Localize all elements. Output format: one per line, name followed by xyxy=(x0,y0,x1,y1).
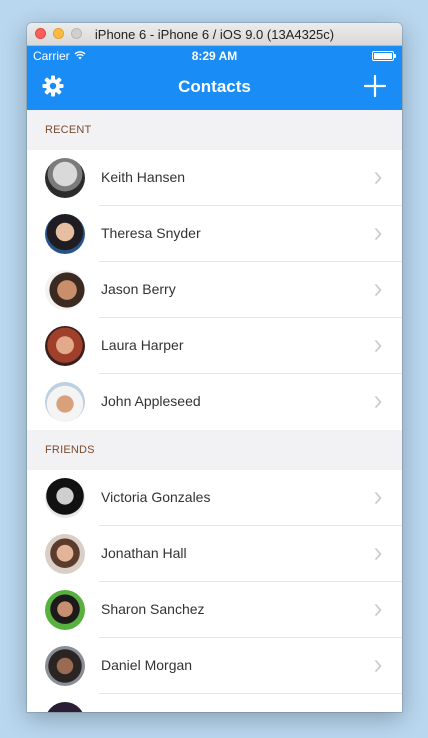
contact-name: Theresa Snyder xyxy=(101,225,201,241)
avatar xyxy=(45,534,85,574)
contact-row[interactable]: Keith Hansen xyxy=(27,150,402,206)
chevron-right-icon xyxy=(374,227,382,241)
contact-row[interactable]: Jason Berry xyxy=(27,262,402,318)
add-contact-button[interactable] xyxy=(362,74,388,102)
status-time: 8:29 AM xyxy=(191,49,238,63)
avatar xyxy=(45,270,85,310)
contact-row[interactable]: Sharon Sanchez xyxy=(27,582,402,638)
chevron-right-icon xyxy=(374,339,382,353)
chevron-right-icon xyxy=(374,491,382,505)
status-bar: Carrier 8:29 AM xyxy=(27,46,402,66)
zoom-window-button[interactable] xyxy=(71,28,82,39)
section-header-friends: FRIENDS xyxy=(27,430,402,470)
window-titlebar: iPhone 6 - iPhone 6 / iOS 9.0 (13A4325c) xyxy=(27,23,402,46)
contact-name: John Appleseed xyxy=(101,393,201,409)
avatar xyxy=(45,702,85,712)
plus-icon xyxy=(363,74,387,102)
contact-name: Victoria Gonzales xyxy=(101,489,211,505)
chevron-right-icon xyxy=(374,603,382,617)
contact-name: Keith Hansen xyxy=(101,169,186,185)
avatar xyxy=(45,158,85,198)
contact-row[interactable] xyxy=(27,694,402,712)
chevron-right-icon xyxy=(374,547,382,561)
avatar xyxy=(45,478,85,518)
section-header-recent: RECENT xyxy=(27,110,402,150)
avatar xyxy=(45,382,85,422)
contact-name: Jason Berry xyxy=(101,281,176,297)
navigation-bar: Contacts xyxy=(27,66,402,110)
avatar xyxy=(45,590,85,630)
simulator-window: iPhone 6 - iPhone 6 / iOS 9.0 (13A4325c)… xyxy=(27,23,402,712)
battery-icon xyxy=(372,51,396,61)
contact-name: Laura Harper xyxy=(101,337,184,353)
contact-name: Daniel Morgan xyxy=(101,657,193,673)
avatar xyxy=(45,646,85,686)
contact-row[interactable]: Theresa Snyder xyxy=(27,206,402,262)
close-window-button[interactable] xyxy=(35,28,46,39)
avatar xyxy=(45,214,85,254)
chevron-right-icon xyxy=(374,283,382,297)
contact-row[interactable]: Jonathan Hall xyxy=(27,526,402,582)
contact-name: Jonathan Hall xyxy=(101,545,187,561)
chevron-right-icon xyxy=(374,659,382,673)
contact-row[interactable]: Victoria Gonzales xyxy=(27,470,402,526)
window-controls xyxy=(35,28,82,39)
window-title: iPhone 6 - iPhone 6 / iOS 9.0 (13A4325c) xyxy=(94,26,335,42)
avatar xyxy=(45,326,85,366)
chevron-right-icon xyxy=(374,171,382,185)
minimize-window-button[interactable] xyxy=(53,28,64,39)
contact-row[interactable]: Daniel Morgan xyxy=(27,638,402,694)
chevron-right-icon xyxy=(374,395,382,409)
contacts-list[interactable]: RECENT Keith Hansen Theresa Snyder Jason… xyxy=(27,110,402,712)
contact-row[interactable]: Laura Harper xyxy=(27,318,402,374)
contact-name: Sharon Sanchez xyxy=(101,601,205,617)
contact-row[interactable]: John Appleseed xyxy=(27,374,402,430)
page-title: Contacts xyxy=(178,77,251,96)
